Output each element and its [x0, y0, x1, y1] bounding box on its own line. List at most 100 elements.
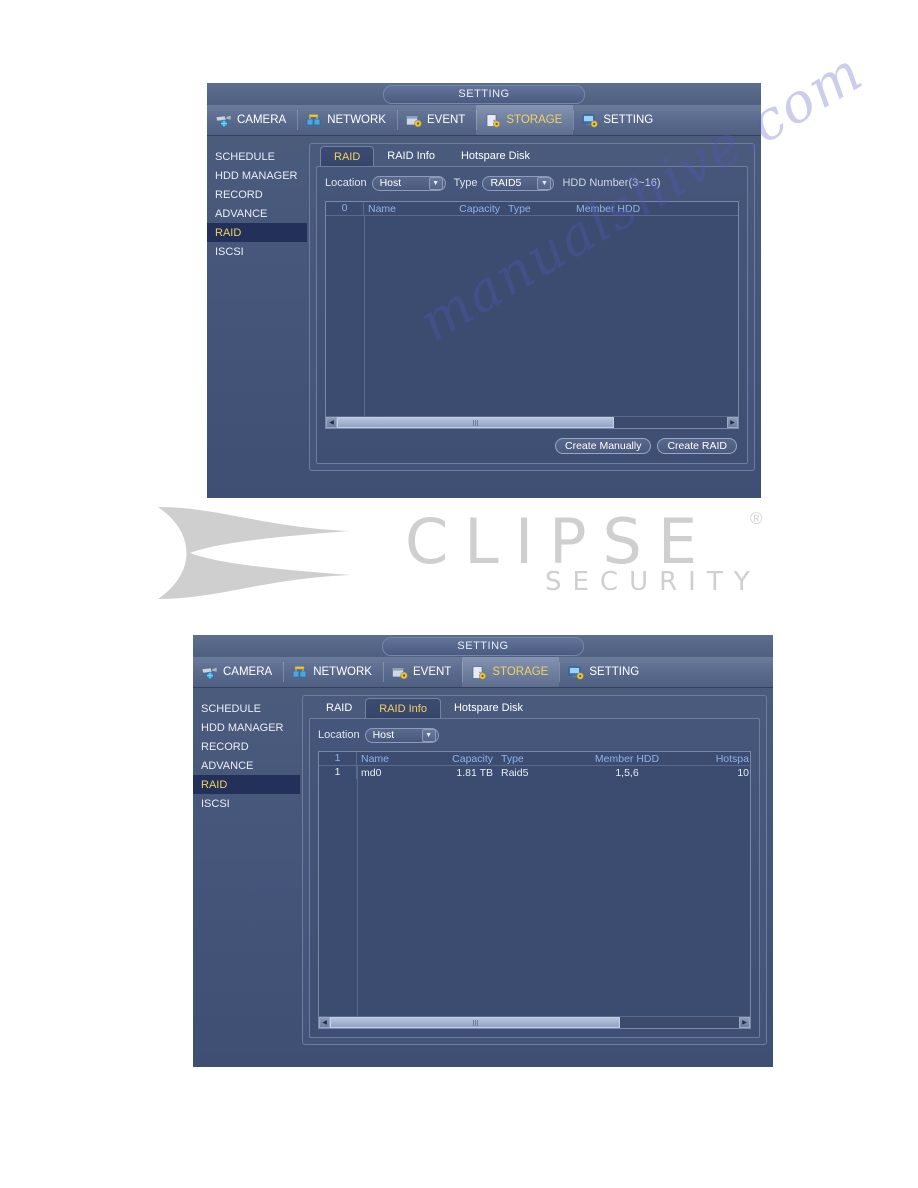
nav-tab-event[interactable]: EVENT	[382, 657, 462, 687]
tab-raid-label: RAID	[334, 150, 361, 163]
row-hotspare: 10	[737, 766, 749, 779]
scroll-track[interactable]	[330, 1017, 739, 1028]
event-icon	[391, 665, 409, 680]
nav-tab-storage[interactable]: STORAGE	[476, 105, 574, 135]
sidebar-item-raid[interactable]: RAID	[193, 775, 300, 794]
scroll-thumb[interactable]	[337, 417, 614, 428]
setting-icon	[567, 665, 585, 680]
tab-hotspare-disk[interactable]: Hotspare Disk	[448, 146, 543, 166]
tab-raid-info-label: RAID Info	[379, 702, 427, 715]
scroll-track[interactable]	[337, 417, 727, 428]
sidebar-item-hdd-manager[interactable]: HDD MANAGER	[193, 718, 300, 737]
sidebar-item-record[interactable]: RECORD	[193, 737, 300, 756]
column-hotspare[interactable]: Hotspa	[691, 753, 750, 765]
watermark-brand: CLIPSE	[405, 505, 714, 578]
tab-hotspare-disk[interactable]: Hotspare Disk	[441, 698, 536, 718]
scroll-right-button[interactable]: ▶	[727, 417, 738, 428]
nav-tab-network-label: NETWORK	[313, 666, 372, 678]
raid-table-hscrollbar[interactable]: ◀ ▶	[326, 416, 738, 428]
storage-icon	[470, 665, 488, 680]
sidebar-item-iscsi[interactable]: ISCSI	[193, 794, 300, 813]
network-icon	[305, 113, 323, 128]
nav-tab-event-label: EVENT	[426, 114, 466, 126]
nav-tab-camera-label: CAMERA	[237, 114, 287, 126]
sidebar-item-raid[interactable]: RAID	[207, 223, 307, 242]
column-capacity[interactable]: Capacity	[433, 753, 493, 765]
sidebar-item-schedule[interactable]: SCHEDULE	[193, 699, 300, 718]
sidebar-item-hdd-manager[interactable]: HDD MANAGER	[207, 166, 307, 185]
column-type[interactable]: Type	[493, 753, 563, 765]
grip-line	[476, 419, 478, 426]
sidebar-item-label: RECORD	[201, 740, 249, 753]
scroll-thumb[interactable]	[330, 1017, 621, 1028]
create-raid-button[interactable]: Create RAID	[657, 438, 737, 454]
nav-tab-event[interactable]: EVENT	[396, 105, 476, 135]
raid-info-table-hscrollbar[interactable]: ◀ ▶	[319, 1016, 750, 1028]
chevron-down-icon[interactable]: ▼	[421, 728, 436, 742]
raid-type-select[interactable]: RAID5 ▼	[482, 175, 555, 191]
tab-raid[interactable]: RAID	[320, 146, 375, 166]
location-label: Location	[318, 729, 360, 741]
hdd-number-hint: HDD Number(3~16)	[562, 177, 661, 189]
raid-table-body[interactable]	[326, 216, 738, 416]
nav-tab-camera[interactable]: CAMERA	[207, 105, 297, 135]
scroll-left-button[interactable]: ◀	[319, 1017, 330, 1028]
nav-tab-storage[interactable]: STORAGE	[462, 657, 560, 687]
raid-info-form-row: Location Host ▼	[318, 726, 751, 744]
sidebar-item-label: ISCSI	[215, 245, 244, 258]
tab-hotspare-disk-label: Hotspare Disk	[460, 150, 531, 162]
column-name[interactable]: Name	[364, 203, 440, 215]
sidebar-item-label: RAID	[215, 226, 242, 239]
nav-tab-camera[interactable]: CAMERA	[193, 657, 283, 687]
setting-window-raid-info: SETTING CAMERA NETWORK EVENT STORAGE SET…	[193, 635, 773, 1067]
column-member-hdd[interactable]: Member HDD	[570, 203, 704, 215]
raid-pane: Location Host ▼ Type RAID5 ▼ HDD Number(…	[316, 166, 748, 464]
sidebar-item-label: ISCSI	[201, 797, 230, 810]
window-titlebar: SETTING	[207, 83, 761, 105]
tab-raid-info[interactable]: RAID Info	[365, 698, 441, 718]
window-title: SETTING	[383, 84, 585, 104]
grip-line	[472, 419, 474, 426]
column-name[interactable]: Name	[357, 753, 433, 765]
sidebar-item-iscsi[interactable]: ISCSI	[207, 242, 307, 261]
nav-tab-setting[interactable]: SETTING	[573, 105, 664, 135]
eclipse-security-watermark: CLIPSE ® SECURITY	[150, 495, 790, 610]
row-type: Raid5	[501, 766, 529, 779]
network-icon	[291, 665, 309, 680]
scroll-right-button[interactable]: ▶	[739, 1017, 750, 1028]
chevron-down-icon[interactable]: ▼	[428, 176, 443, 190]
raid-info-table-body[interactable]: 1 md0 1.81 TB Raid5 1,5,6 10	[319, 766, 750, 1016]
table-row[interactable]: 1 md0 1.81 TB Raid5 1,5,6 10	[319, 766, 750, 779]
sidebar-item-advance[interactable]: ADVANCE	[193, 756, 300, 775]
sidebar-item-label: SCHEDULE	[215, 150, 275, 163]
location-select[interactable]: Host ▼	[371, 175, 446, 191]
panel-body: SCHEDULE HDD MANAGER RECORD ADVANCE RAID…	[207, 136, 761, 499]
column-index[interactable]: 1	[319, 752, 357, 765]
sidebar-item-record[interactable]: RECORD	[207, 185, 307, 204]
tab-raid-label: RAID	[326, 702, 353, 714]
raid-form-row: Location Host ▼ Type RAID5 ▼ HDD Number(…	[325, 174, 739, 192]
nav-tab-setting[interactable]: SETTING	[559, 657, 650, 687]
scroll-left-button[interactable]: ◀	[326, 417, 337, 428]
column-member-hdd[interactable]: Member HDD	[563, 753, 691, 765]
sidebar-item-schedule[interactable]: SCHEDULE	[207, 147, 307, 166]
column-type[interactable]: Type	[500, 203, 570, 215]
camera-icon	[215, 113, 233, 128]
location-select[interactable]: Host ▼	[364, 727, 439, 743]
raid-sub-tabs: RAID RAID Info Hotspare Disk	[310, 144, 754, 166]
column-divider	[364, 216, 365, 416]
create-manually-button[interactable]: Create Manually	[555, 438, 652, 454]
column-index[interactable]: 0	[326, 202, 364, 215]
tab-raid[interactable]: RAID	[313, 698, 365, 718]
nav-tab-event-label: EVENT	[412, 666, 452, 678]
raid-table-header: 0 Name Capacity Type Member HDD	[326, 202, 738, 216]
row-index: 1	[319, 766, 357, 779]
sidebar-item-advance[interactable]: ADVANCE	[207, 204, 307, 223]
tab-raid-info[interactable]: RAID Info	[374, 146, 448, 166]
watermark-subtitle: SECURITY	[545, 567, 761, 597]
column-capacity[interactable]: Capacity	[440, 203, 500, 215]
type-label: Type	[453, 177, 478, 189]
nav-tab-network[interactable]: NETWORK	[283, 657, 383, 687]
chevron-down-icon[interactable]: ▼	[537, 176, 552, 190]
nav-tab-network[interactable]: NETWORK	[297, 105, 397, 135]
